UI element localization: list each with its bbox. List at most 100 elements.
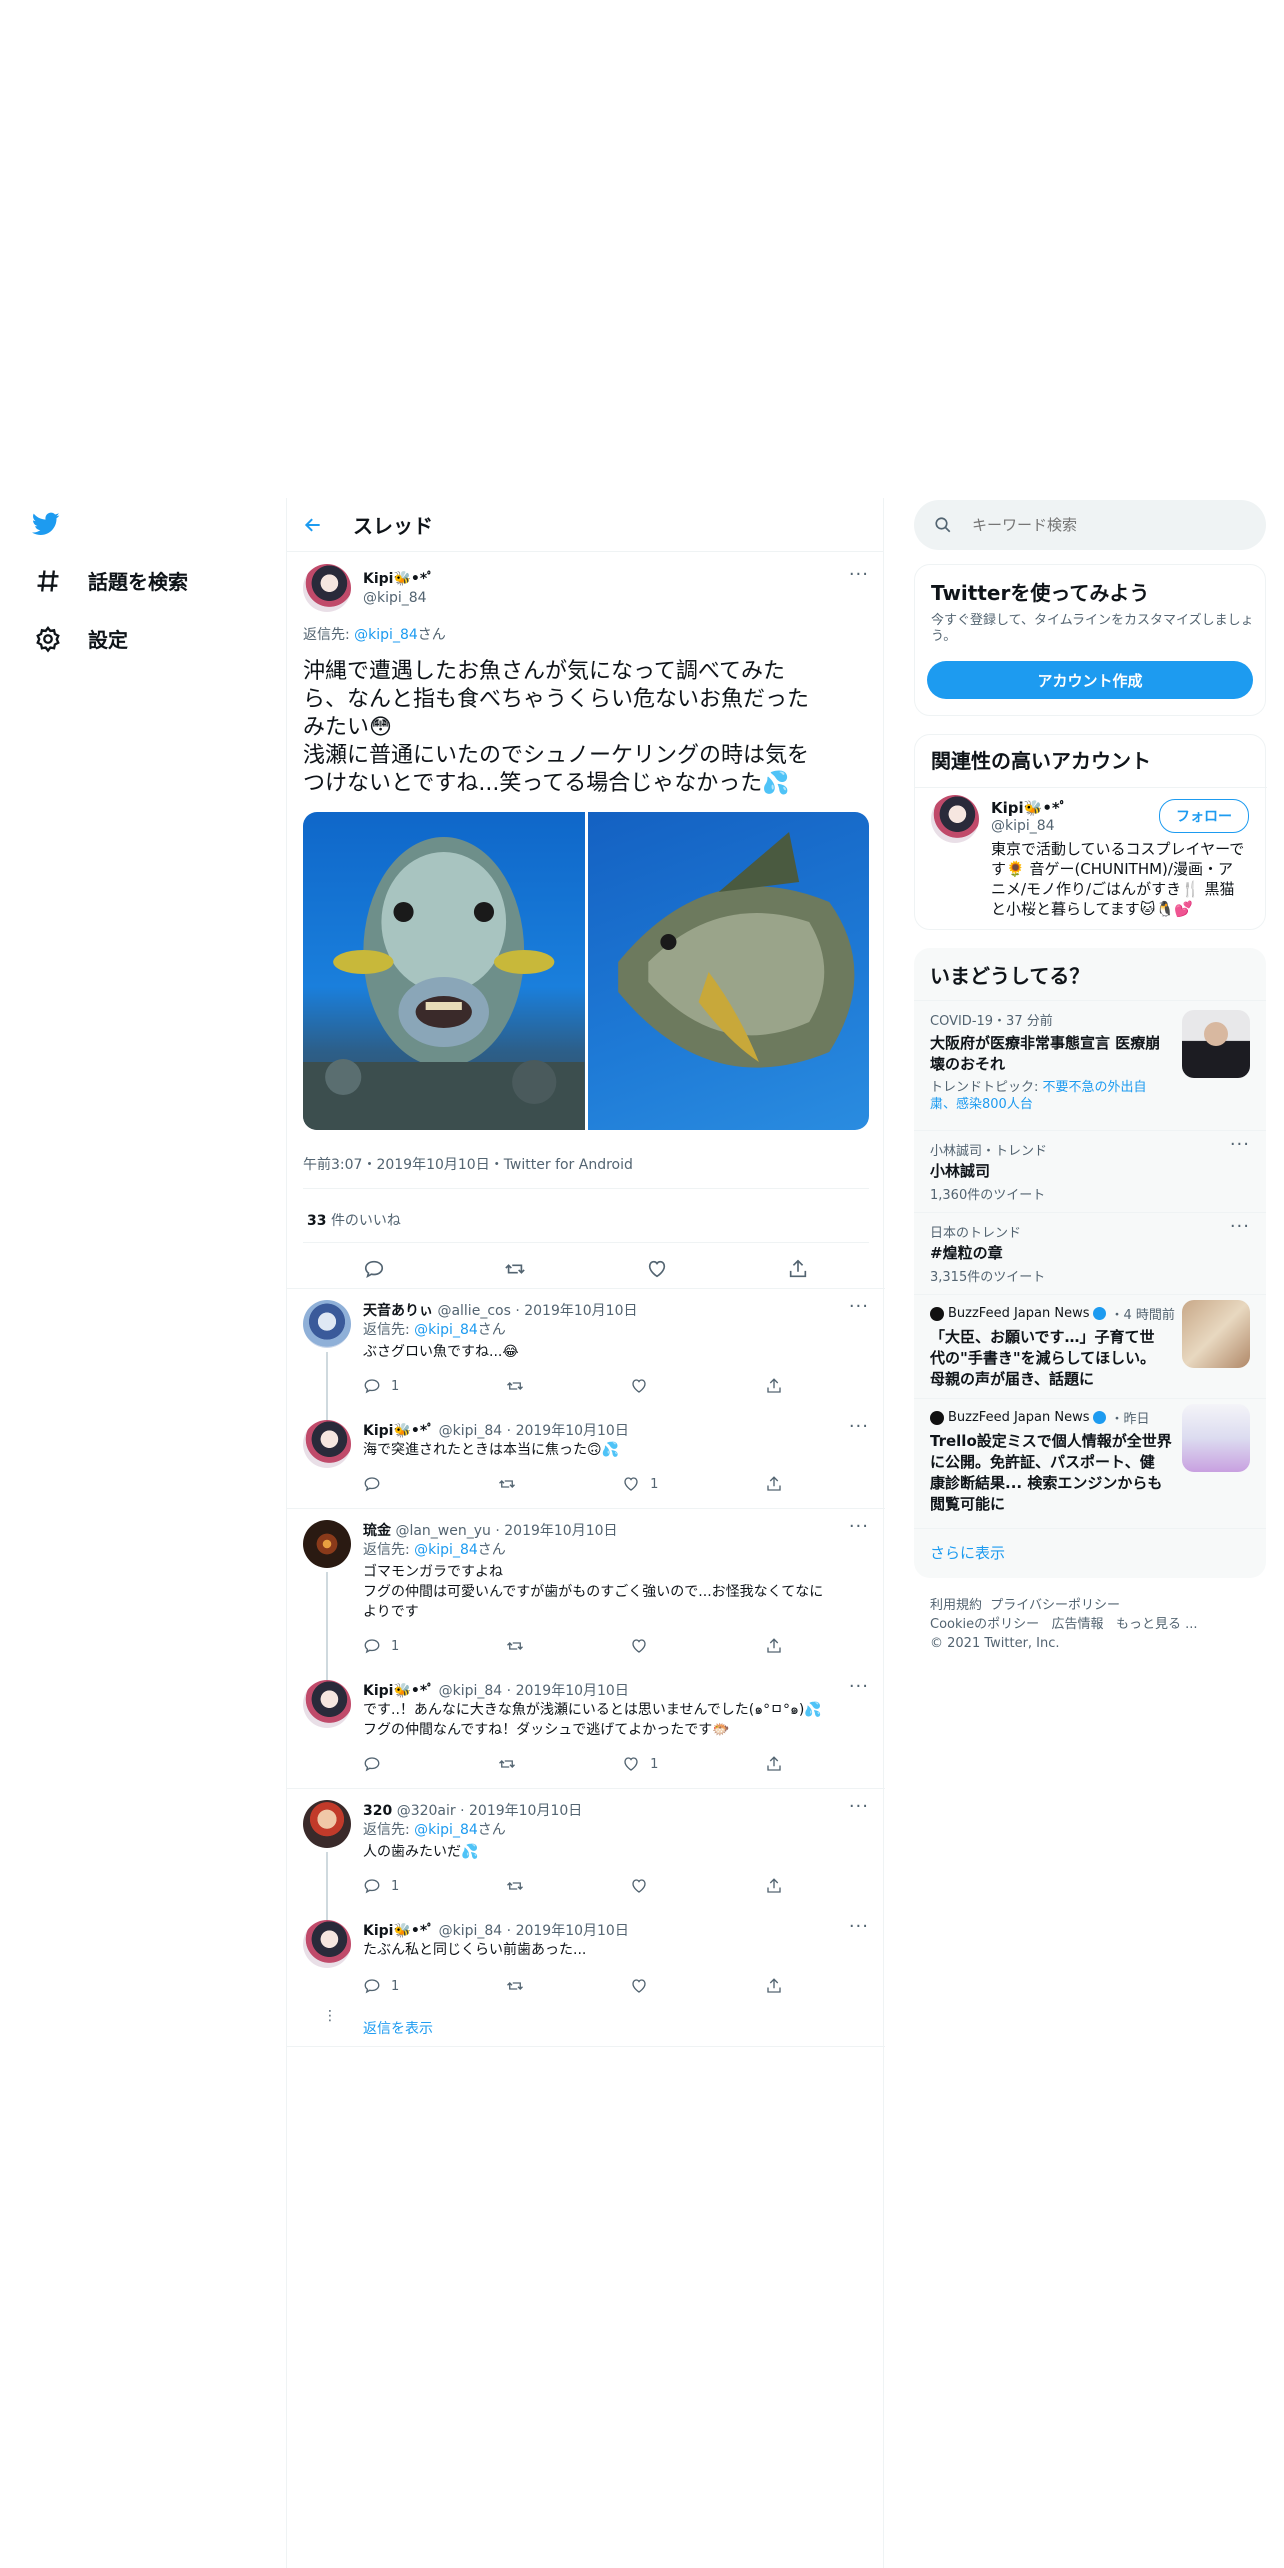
- author-name[interactable]: Kipi🐝•*ﾟ: [363, 1423, 434, 1439]
- retweet-button[interactable]: [498, 1474, 516, 1494]
- retweet-button[interactable]: [498, 1754, 516, 1774]
- reply-tweet[interactable]: 320 @320air · 2019年10月10日 ··· 返信先: @kipi…: [303, 1796, 869, 1900]
- more-icon[interactable]: ···: [849, 564, 869, 585]
- share-button[interactable]: [765, 1376, 783, 1396]
- reply-button[interactable]: 1: [363, 1376, 399, 1396]
- trend-item[interactable]: BuzzFeed Japan News ・4 時間前 「大臣、お願いです…」子育…: [930, 1304, 1180, 1390]
- reply-date[interactable]: 2019年10月10日: [504, 1523, 617, 1539]
- twitter-logo-icon[interactable]: [30, 510, 62, 542]
- avatar[interactable]: [303, 1300, 351, 1348]
- avatar[interactable]: [931, 795, 979, 843]
- nav-explore[interactable]: 話題を検索: [34, 566, 188, 595]
- author-handle[interactable]: @kipi_84: [363, 590, 434, 606]
- like-button[interactable]: [630, 1976, 658, 1996]
- reply-date[interactable]: 2019年10月10日: [516, 1923, 629, 1939]
- more-icon[interactable]: ···: [849, 1296, 869, 1317]
- trend-sub-link[interactable]: 粛、感染800人台: [930, 1096, 1250, 1113]
- share-button[interactable]: [765, 1876, 783, 1896]
- nav-settings[interactable]: 設定: [34, 624, 128, 653]
- reply-date[interactable]: 2019年10月10日: [469, 1803, 582, 1819]
- author-handle[interactable]: @320air: [397, 1803, 456, 1819]
- reply-to-handle[interactable]: @kipi_84: [414, 1542, 478, 1558]
- author-name[interactable]: 320: [363, 1803, 392, 1819]
- share-button[interactable]: [765, 1754, 783, 1774]
- footer-privacy[interactable]: プライバシーポリシー: [990, 1598, 1120, 1613]
- avatar[interactable]: [303, 1920, 351, 1968]
- reply-tweet[interactable]: Kipi🐝•*ﾟ @kipi_84 · 2019年10月10日 ··· たぶん私…: [303, 1916, 869, 2000]
- reply-tweet[interactable]: Kipi🐝•*ﾟ @kipi_84 · 2019年10月10日 ··· です..…: [303, 1676, 869, 1780]
- avatar[interactable]: [303, 1520, 351, 1568]
- avatar[interactable]: [303, 564, 351, 612]
- reply-tweet[interactable]: 琉金 @lan_wen_yu · 2019年10月10日 ··· 返信先: @k…: [303, 1516, 869, 1654]
- likes-stat[interactable]: 33 件のいいね: [307, 1210, 401, 1230]
- author-name[interactable]: 琉金: [363, 1523, 391, 1539]
- fish-photo-1[interactable]: [303, 812, 585, 1130]
- reply-button[interactable]: [363, 1474, 391, 1494]
- author-name[interactable]: Kipi🐝•*ﾟ: [363, 1923, 434, 1939]
- reply-to-handle[interactable]: @kipi_84: [414, 1322, 478, 1338]
- author-name[interactable]: Kipi🐝•*ﾟ: [363, 1683, 434, 1699]
- like-button[interactable]: [630, 1636, 658, 1656]
- like-icon[interactable]: [646, 1258, 668, 1280]
- author-handle[interactable]: @kipi_84: [439, 1923, 503, 1939]
- trend-item[interactable]: BuzzFeed Japan News ・昨日 Trello設定ミスで個人情報が…: [930, 1408, 1180, 1515]
- like-button[interactable]: [630, 1376, 658, 1396]
- like-button[interactable]: [630, 1876, 658, 1896]
- more-icon[interactable]: ···: [849, 1916, 869, 1937]
- share-button[interactable]: [765, 1636, 783, 1656]
- reply-date[interactable]: 2019年10月10日: [524, 1303, 637, 1319]
- reply-button[interactable]: 1: [363, 1636, 399, 1656]
- share-icon[interactable]: [787, 1258, 809, 1280]
- fish-photo-2[interactable]: [587, 812, 869, 1130]
- more-icon[interactable]: ···: [849, 1416, 869, 1437]
- author-name[interactable]: 天音ありぃ: [363, 1303, 433, 1319]
- author-handle[interactable]: @kipi_84: [439, 1683, 503, 1699]
- author-name[interactable]: Kipi🐝•*ﾟ: [991, 797, 1067, 818]
- avatar[interactable]: [303, 1420, 351, 1468]
- reply-tweet[interactable]: 天音ありぃ @allie_cos · 2019年10月10日 ··· 返信先: …: [303, 1296, 869, 1410]
- create-account-button[interactable]: アカウント作成: [927, 661, 1253, 699]
- reply-to-handle[interactable]: @kipi_84: [354, 627, 418, 643]
- show-more-link[interactable]: さらに表示: [930, 1542, 1005, 1563]
- tweet-timestamp[interactable]: 午前3:07・2019年10月10日・Twitter for Android: [303, 1154, 633, 1174]
- reply-button[interactable]: [363, 1754, 391, 1774]
- follow-button[interactable]: フォロー: [1159, 799, 1249, 833]
- reply-to-handle[interactable]: @kipi_84: [414, 1822, 478, 1838]
- author-handle[interactable]: @lan_wen_yu: [395, 1523, 490, 1539]
- retweet-button[interactable]: [506, 1636, 524, 1656]
- retweet-icon[interactable]: [504, 1258, 526, 1280]
- search-box[interactable]: [914, 500, 1266, 550]
- avatar[interactable]: [303, 1800, 351, 1848]
- reply-button[interactable]: 1: [363, 1876, 399, 1896]
- author-handle[interactable]: @allie_cos: [437, 1303, 510, 1319]
- footer-terms[interactable]: 利用規約: [930, 1598, 982, 1613]
- like-button[interactable]: 1: [622, 1754, 658, 1774]
- share-button[interactable]: [765, 1474, 783, 1494]
- reply-date[interactable]: 2019年10月10日: [516, 1683, 629, 1699]
- avatar[interactable]: [303, 1680, 351, 1728]
- more-icon[interactable]: ···: [1230, 1134, 1250, 1155]
- more-icon[interactable]: ···: [849, 1516, 869, 1537]
- author-handle[interactable]: @kipi_84: [439, 1423, 503, 1439]
- trend-sub-link[interactable]: 不要不急の外出自: [1043, 1080, 1147, 1095]
- share-button[interactable]: [765, 1976, 783, 1996]
- author-name[interactable]: Kipi🐝•*ﾟ: [363, 568, 434, 588]
- search-input[interactable]: [972, 516, 1232, 534]
- more-icon[interactable]: ···: [849, 1796, 869, 1817]
- reply-button[interactable]: 1: [363, 1976, 399, 1996]
- more-icon[interactable]: ···: [1230, 1216, 1250, 1237]
- retweet-button[interactable]: [506, 1976, 524, 1996]
- reply-icon[interactable]: [363, 1258, 385, 1280]
- reply-date[interactable]: 2019年10月10日: [516, 1423, 629, 1439]
- reply-tweet[interactable]: Kipi🐝•*ﾟ @kipi_84 · 2019年10月10日 ··· 海で突進…: [303, 1416, 869, 1520]
- trend-item[interactable]: 日本のトレンド #煌粒の章 3,315件のツイート: [930, 1222, 1230, 1285]
- retweet-button[interactable]: [506, 1876, 524, 1896]
- author-handle[interactable]: @kipi_84: [991, 818, 1067, 834]
- trend-item[interactable]: 小林誠司・トレンド 小林誠司 1,360件のツイート: [930, 1140, 1230, 1203]
- like-button[interactable]: 1: [622, 1474, 658, 1494]
- footer-ads[interactable]: 広告情報: [1052, 1617, 1104, 1632]
- footer-more[interactable]: もっと見る ...: [1116, 1617, 1198, 1632]
- retweet-button[interactable]: [506, 1376, 524, 1396]
- more-icon[interactable]: ···: [849, 1676, 869, 1697]
- back-arrow-icon[interactable]: [303, 515, 323, 535]
